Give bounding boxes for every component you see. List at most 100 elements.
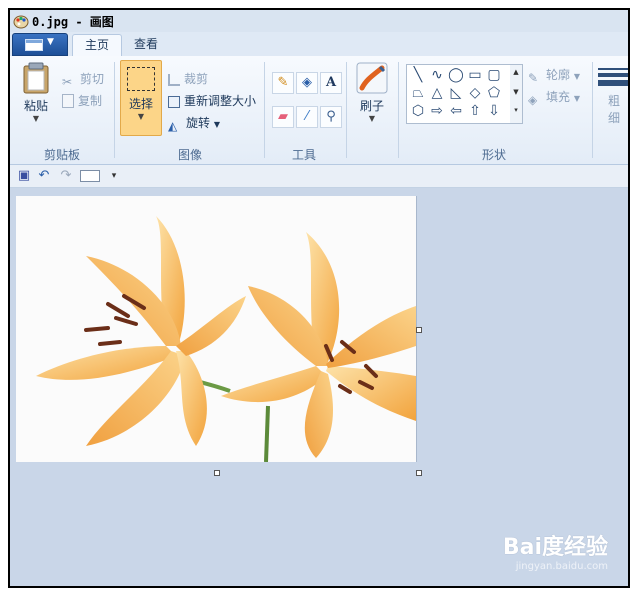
left-arrow-shape-icon[interactable]: ⇦: [447, 103, 465, 119]
resize-handle-bottom[interactable]: [214, 470, 220, 476]
crop-label: 裁剪: [184, 72, 209, 86]
thick-line-icon: [598, 80, 628, 86]
lily-flowers-image: [16, 196, 416, 462]
fill-icon: ◈: [528, 93, 538, 107]
paste-button[interactable]: 粘贴 ▼: [16, 62, 56, 128]
resize-label: 重新调整大小: [184, 94, 257, 108]
crop-button[interactable]: 裁剪: [168, 70, 208, 88]
copy-label: 复制: [78, 94, 103, 108]
scroll-down-icon[interactable]: ▼: [510, 88, 522, 96]
color-picker-icon[interactable]: ⁄: [296, 106, 318, 128]
rounded-rectangle-shape-icon[interactable]: ▢: [485, 67, 503, 83]
canvas-image[interactable]: [16, 196, 417, 462]
brushes-label: 刷子: [359, 99, 384, 113]
line-shape-icon[interactable]: ╲: [409, 67, 427, 83]
copy-icon: [62, 94, 74, 108]
fill-bucket-icon[interactable]: ◈: [296, 72, 318, 94]
size-label-2: 细: [607, 111, 620, 125]
paste-label: 粘贴: [23, 99, 48, 113]
fill-button[interactable]: ◈ 填充 ▼: [528, 88, 580, 107]
undo-icon[interactable]: ↶: [36, 169, 52, 183]
magnifier-icon[interactable]: ⚲: [320, 106, 342, 128]
image-group-label: 图像: [178, 148, 203, 162]
menu-icon: [25, 39, 43, 51]
crop-icon: [168, 74, 180, 86]
customize-dropdown-icon[interactable]: ▾: [106, 169, 122, 183]
window-title: 0.jpg - 画图: [32, 15, 114, 29]
brush-icon: [356, 62, 388, 94]
diamond-shape-icon[interactable]: ◇: [466, 85, 484, 101]
eraser-icon[interactable]: ▰: [272, 106, 294, 128]
outline-button[interactable]: ✎ 轮廓 ▼: [528, 66, 580, 85]
paint-palette-icon[interactable]: [13, 13, 29, 29]
chevron-down-icon: ▼: [32, 114, 40, 123]
quick-access-toolbar: ▣ ↶ ↷ ▾: [10, 165, 628, 188]
fill-label: 填充: [546, 90, 571, 104]
redo-icon[interactable]: ↷: [58, 169, 74, 183]
brushes-button[interactable]: 刷子 ▼: [354, 62, 390, 134]
size-button[interactable]: 粗 细: [598, 62, 628, 142]
hexagon-shape-icon[interactable]: ⬡: [409, 103, 427, 119]
polygon-shape-icon[interactable]: ⏢: [409, 85, 427, 101]
resize-icon: [168, 96, 180, 108]
save-icon[interactable]: ▣: [16, 169, 32, 183]
rotate-label: 旋转: [186, 116, 211, 130]
right-arrow-shape-icon[interactable]: ⇨: [428, 103, 446, 119]
rotate-button[interactable]: ◭ 旋转 ▼: [168, 114, 220, 133]
canvas-area[interactable]: Bai度经验 jingyan.baidu.com: [10, 188, 628, 586]
group-divider: [346, 62, 347, 158]
outline-icon: ✎: [528, 71, 539, 85]
chevron-down-icon: ▼: [368, 114, 376, 123]
chevron-down-icon: ▼: [573, 94, 580, 103]
up-arrow-shape-icon[interactable]: ⇧: [466, 103, 484, 119]
window-icon[interactable]: [80, 170, 100, 182]
group-divider: [114, 62, 115, 158]
resize-button[interactable]: 重新调整大小: [168, 92, 256, 110]
rectangle-shape-icon[interactable]: ▭: [466, 67, 484, 83]
watermark-main: Bai度经验: [502, 535, 608, 560]
tab-view[interactable]: 查看: [122, 34, 170, 56]
ribbon: 粘贴 ▼ ✂ 剪切 复制 剪贴板 选择 ▼ 裁剪 重新调整大小 ◭ 旋转 ▼ 图像 …: [10, 56, 628, 165]
watermark: Bai度经验 jingyan.baidu.com: [503, 529, 608, 572]
size-label-1: 粗: [607, 94, 620, 108]
ribbon-tabs: ▼ 主页 查看: [10, 32, 628, 57]
shapes-scrollbar[interactable]: ▲ ▼ ▾: [510, 64, 523, 124]
chevron-down-icon: ▼: [137, 112, 145, 121]
resize-handle-corner[interactable]: [416, 470, 422, 476]
curve-shape-icon[interactable]: ∿: [428, 67, 446, 83]
pencil-icon[interactable]: ✎: [272, 72, 294, 94]
text-icon[interactable]: A: [320, 72, 342, 94]
selection-icon: [127, 67, 155, 91]
down-arrow-shape-icon[interactable]: ⇩: [485, 103, 503, 119]
clipboard-group-label: 剪贴板: [44, 148, 81, 162]
oval-shape-icon[interactable]: ◯: [447, 67, 465, 83]
file-menu-button[interactable]: ▼: [12, 33, 68, 56]
cut-button[interactable]: ✂ 剪切: [62, 70, 105, 89]
scissors-icon: ✂: [62, 75, 73, 89]
group-divider: [592, 62, 593, 158]
tools-group-label: 工具: [292, 148, 317, 162]
shapes-group-label: 形状: [482, 148, 507, 162]
triangle-shape-icon[interactable]: △: [428, 85, 446, 101]
pentagon-shape-icon[interactable]: ⬠: [485, 85, 503, 101]
watermark-url: jingyan.baidu.com: [515, 561, 608, 572]
thin-line-icon: [598, 68, 628, 70]
gallery-expand-icon[interactable]: ▾: [510, 106, 522, 114]
tab-home[interactable]: 主页: [72, 34, 123, 57]
rotate-icon: ◭: [168, 119, 178, 133]
cut-label: 剪切: [80, 72, 105, 86]
group-divider: [264, 62, 265, 158]
chevron-down-icon: ▼: [213, 120, 220, 129]
chevron-down-icon: ▼: [47, 37, 54, 47]
outline-label: 轮廓: [546, 68, 571, 82]
clipboard-icon: [23, 62, 49, 94]
chevron-down-icon: ▼: [573, 72, 580, 81]
resize-handle-right[interactable]: [416, 327, 422, 333]
title-bar: 0.jpg - 画图: [10, 10, 628, 33]
shapes-gallery[interactable]: ╲ ∿ ◯ ▭ ▢ ⏢ △ ◺ ◇ ⬠ ⬡ ⇨ ⇦ ⇧ ⇩: [406, 64, 512, 124]
copy-button[interactable]: 复制: [62, 92, 102, 110]
select-label: 选择: [128, 97, 153, 111]
scroll-up-icon[interactable]: ▲: [510, 68, 522, 76]
right-triangle-shape-icon[interactable]: ◺: [447, 85, 465, 101]
select-button[interactable]: 选择 ▼: [120, 60, 162, 136]
